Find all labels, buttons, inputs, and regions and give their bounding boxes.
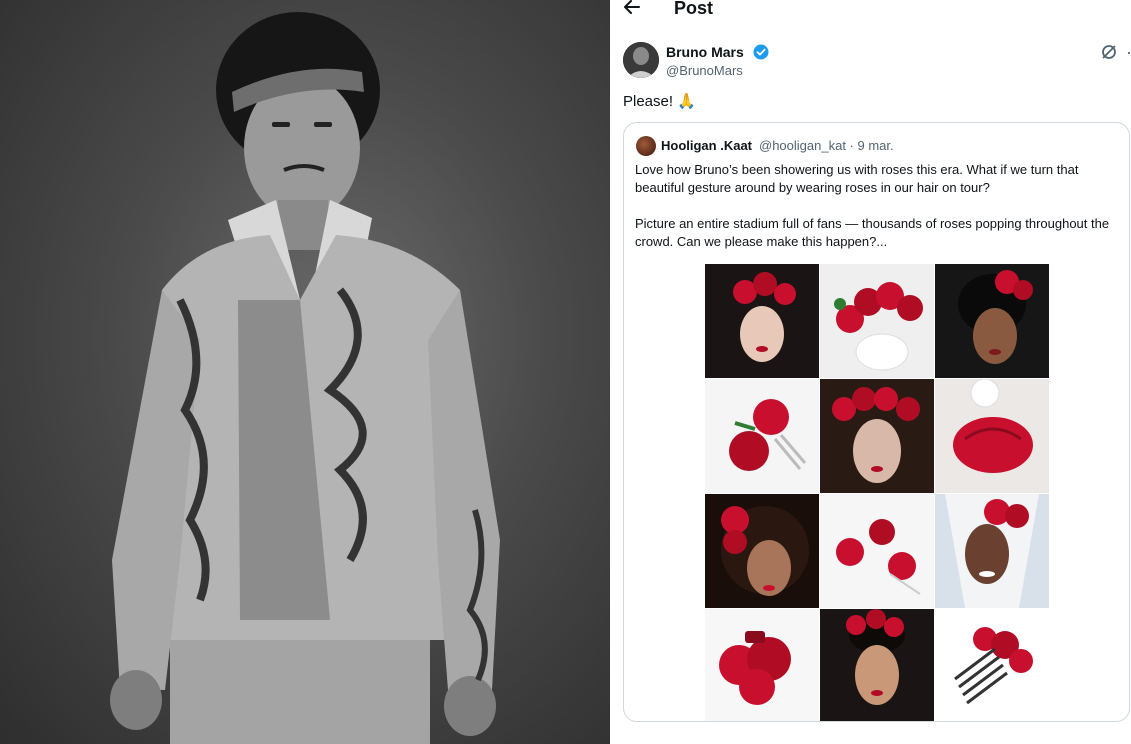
rose-comb-product[interactable] xyxy=(935,609,1049,721)
post-panel: Post Bruno Mars @BrunoMars ··· Please! 🙏… xyxy=(610,0,1131,744)
rose-headband-product[interactable] xyxy=(820,264,934,378)
woman-with-rose-updo[interactable] xyxy=(820,609,934,721)
author-row: Bruno Mars @BrunoMars ··· xyxy=(623,42,1131,82)
more-icon[interactable]: ··· xyxy=(1126,42,1131,63)
post-header: Post xyxy=(610,0,1131,20)
quoted-author-handle-date: @hooligan_kat · 9 mar. xyxy=(759,138,894,153)
woman-with-rose-crown-2[interactable] xyxy=(820,379,934,493)
avatar[interactable] xyxy=(623,42,659,78)
rose-hair-clip-product[interactable] xyxy=(935,379,1049,493)
bride-with-roses[interactable] xyxy=(935,494,1049,608)
rose-claw-clip-product[interactable] xyxy=(705,609,819,721)
quoted-author-name[interactable]: Hooligan .Kaat xyxy=(661,138,752,153)
rose-hair-pins-product[interactable] xyxy=(820,494,934,608)
image-grid[interactable] xyxy=(705,264,1049,721)
arrow-left-icon[interactable] xyxy=(623,0,641,16)
author-name[interactable]: Bruno Mars xyxy=(666,44,744,60)
rose-hair-comb-product[interactable] xyxy=(705,379,819,493)
quoted-post-text: Love how Bruno’s been showering us with … xyxy=(635,162,1110,249)
verified-badge-icon xyxy=(753,44,769,60)
post-text: Please! 🙏 xyxy=(623,93,696,110)
photo-panel xyxy=(0,0,610,744)
quoted-post[interactable]: Hooligan .Kaat @hooligan_kat · 9 mar. Lo… xyxy=(623,122,1130,722)
author-handle[interactable]: @BrunoMars xyxy=(666,63,743,78)
grok-icon[interactable] xyxy=(1100,43,1118,61)
woman-with-rose-crown[interactable] xyxy=(705,264,819,378)
woman-with-rose-hair-clip[interactable] xyxy=(935,264,1049,378)
portrait-photo xyxy=(110,12,500,744)
woman-with-roses-curly-hair[interactable] xyxy=(705,494,819,608)
page-title: Post xyxy=(674,0,714,18)
avatar-image xyxy=(623,42,659,78)
quoted-avatar[interactable] xyxy=(636,136,656,156)
